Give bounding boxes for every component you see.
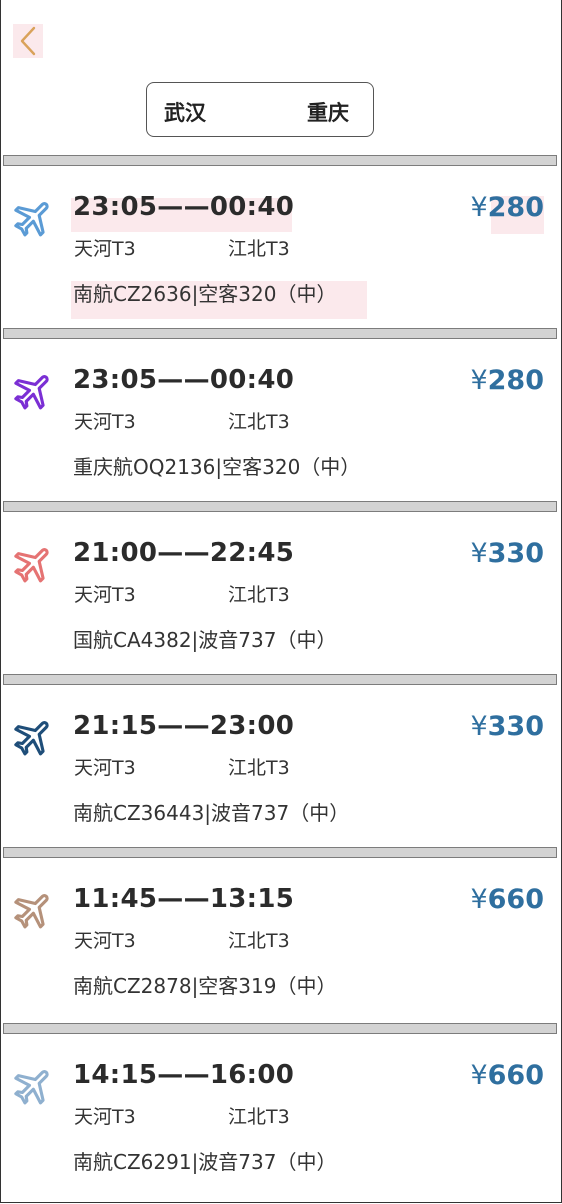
flight-card[interactable]: 21:00——22:45 天河T3 江北T3 国航CA4382|波音737（中） ¥33… — [0, 512, 560, 674]
price: ¥660 — [470, 1060, 544, 1091]
time-separator: —— — [157, 538, 210, 568]
card-separator — [3, 501, 557, 512]
depart-time: 14:15 — [73, 1060, 158, 1090]
flight-times: 14:15——16:00 — [73, 1060, 294, 1090]
card-separator — [3, 1023, 557, 1034]
price: ¥330 — [470, 538, 544, 569]
arrival-terminal: 江北T3 — [228, 1106, 290, 1128]
price-value: 330 — [487, 538, 544, 569]
arrival-terminal: 江北T3 — [228, 930, 290, 952]
departure-terminal: 天河T3 — [74, 584, 136, 606]
depart-time: 23:05 — [73, 192, 158, 222]
flight-card[interactable]: 21:15——23:00 天河T3 江北T3 南航CZ36443|波音737（中） ¥3… — [0, 685, 560, 847]
arrival-terminal: 江北T3 — [228, 411, 290, 433]
time-separator: —— — [157, 1060, 210, 1090]
time-separator: —— — [157, 884, 210, 914]
time-separator: —— — [157, 192, 210, 222]
back-button[interactable] — [13, 24, 43, 58]
route-from: 武汉 — [164, 101, 206, 125]
price: ¥330 — [470, 711, 544, 742]
airplane-icon — [14, 1070, 49, 1105]
flight-times: 21:15——23:00 — [73, 711, 294, 741]
airplane-icon — [14, 202, 49, 237]
airplane-icon — [14, 548, 49, 583]
arrival-terminal: 江北T3 — [228, 757, 290, 779]
depart-time: 23:05 — [73, 365, 158, 395]
currency-symbol: ¥ — [470, 884, 488, 915]
price-value: 660 — [487, 1060, 544, 1091]
flight-info: 重庆航OQ2136|空客320（中） — [73, 455, 361, 479]
airplane-icon — [14, 894, 49, 929]
arrive-time: 00:40 — [209, 192, 295, 222]
arrival-terminal: 江北T3 — [228, 584, 290, 606]
chevron-left-icon — [20, 26, 36, 56]
flight-times: 23:05——00:40 — [73, 192, 294, 222]
price-value: 330 — [487, 711, 544, 742]
departure-terminal: 天河T3 — [74, 930, 136, 952]
arrive-time: 23:00 — [209, 711, 295, 741]
airplane-icon — [14, 721, 49, 756]
currency-symbol: ¥ — [470, 711, 488, 742]
price: ¥660 — [470, 884, 544, 915]
arrive-time: 16:00 — [209, 1060, 295, 1090]
card-separator — [3, 328, 557, 339]
flight-info: 南航CZ2636|空客320（中） — [73, 282, 337, 306]
currency-symbol: ¥ — [470, 365, 488, 396]
price: ¥280 — [470, 365, 544, 396]
route-selector[interactable]: 武汉 重庆 — [146, 82, 374, 137]
card-separator — [3, 155, 557, 166]
depart-time: 11:45 — [73, 884, 158, 914]
arrive-time: 22:45 — [209, 538, 295, 568]
time-separator: —— — [157, 365, 210, 395]
flight-times: 11:45——13:15 — [73, 884, 294, 914]
departure-terminal: 天河T3 — [74, 411, 136, 433]
depart-time: 21:15 — [73, 711, 158, 741]
price: ¥280 — [470, 192, 544, 223]
route-to: 重庆 — [307, 101, 349, 125]
currency-symbol: ¥ — [470, 538, 488, 569]
flight-card[interactable]: 23:05——00:40 天河T3 江北T3 重庆航OQ2136|空客320（中） ¥2… — [0, 339, 560, 501]
depart-time: 21:00 — [73, 538, 158, 568]
departure-terminal: 天河T3 — [74, 238, 136, 260]
departure-terminal: 天河T3 — [74, 757, 136, 779]
price-value: 660 — [487, 884, 544, 915]
time-separator: —— — [157, 711, 210, 741]
flight-card[interactable]: 11:45——13:15 天河T3 江北T3 南航CZ2878|空客319（中） ¥66… — [0, 858, 560, 1023]
arrive-time: 13:15 — [209, 884, 295, 914]
flight-times: 21:00——22:45 — [73, 538, 294, 568]
price-value: 280 — [487, 192, 544, 223]
departure-terminal: 天河T3 — [74, 1106, 136, 1128]
price-value: 280 — [487, 365, 544, 396]
airplane-icon — [14, 375, 49, 410]
flight-times: 23:05——00:40 — [73, 365, 294, 395]
flight-info: 国航CA4382|波音737（中） — [73, 628, 337, 652]
flight-card[interactable]: 23:05——00:40 天河T3 江北T3 南航CZ2636|空客320（中） ¥28… — [0, 166, 560, 328]
arrival-terminal: 江北T3 — [228, 238, 290, 260]
arrive-time: 00:40 — [209, 365, 295, 395]
flight-info: 南航CZ6291|波音737（中） — [73, 1150, 337, 1174]
card-separator — [3, 847, 557, 858]
currency-symbol: ¥ — [470, 192, 488, 223]
flight-card[interactable]: 14:15——16:00 天河T3 江北T3 南航CZ6291|波音737（中） ¥66… — [0, 1034, 560, 1202]
currency-symbol: ¥ — [470, 1060, 488, 1091]
flight-info: 南航CZ2878|空客319（中） — [73, 974, 337, 998]
card-separator — [3, 674, 557, 685]
flight-info: 南航CZ36443|波音737（中） — [73, 801, 350, 825]
